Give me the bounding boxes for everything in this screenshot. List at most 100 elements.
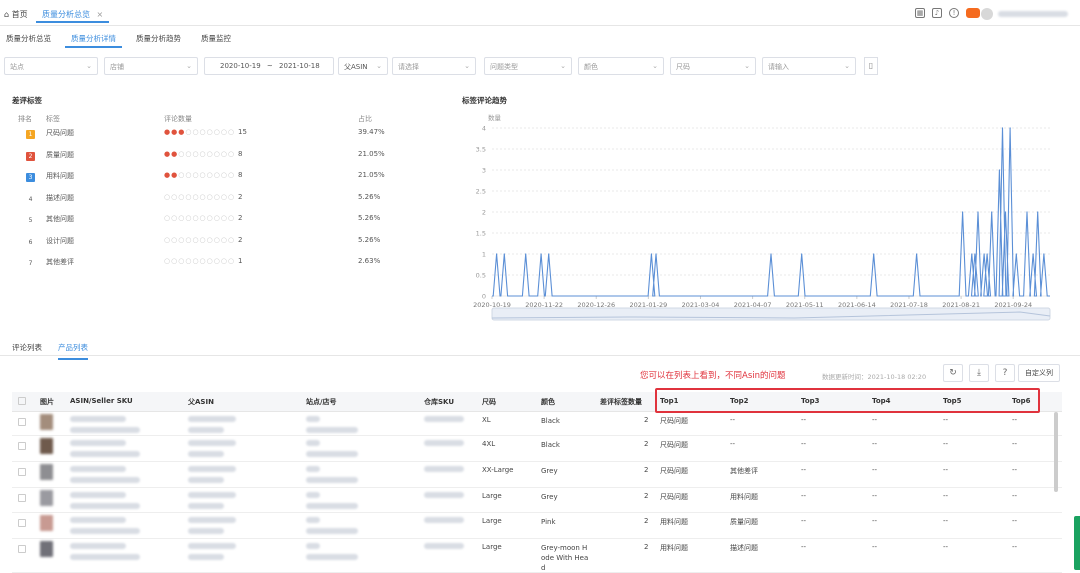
asin-type-select[interactable]: 父ASIN ⌄: [338, 57, 388, 75]
tag-label: 其他差评: [46, 258, 74, 266]
subtab-3[interactable]: 质量监控: [195, 30, 237, 48]
asin-redacted: [70, 517, 140, 536]
tag-percent: 21.05%: [358, 149, 385, 158]
date-range-picker[interactable]: 2020-10-19 ~ 2021-10-18: [204, 57, 334, 75]
col-count: 评论数量: [164, 115, 192, 123]
cell-color: Grey: [541, 493, 558, 501]
user-menu[interactable]: [981, 8, 1068, 20]
asin-value-select[interactable]: 请选择 ⌄: [392, 57, 476, 75]
calendar-icon[interactable]: ▦: [915, 8, 925, 18]
cell-top6: --: [1012, 440, 1018, 448]
cell-top4: --: [872, 543, 878, 551]
tag-row: 2 质量问题 ●●○○○○○○○○ 8 21.05%: [18, 146, 438, 168]
cell-top4: --: [872, 517, 878, 525]
size-select[interactable]: 尺码 ⌄: [670, 57, 756, 75]
tag-rank-badge: 4: [28, 195, 33, 203]
data-point: [1004, 211, 1007, 213]
info-icon[interactable]: !: [949, 8, 959, 18]
cell-top2: --: [730, 440, 736, 448]
data-point: [986, 253, 988, 255]
cell-top5: --: [943, 466, 949, 474]
cell-color: Grey-moon H ode With Hea d: [541, 544, 589, 572]
close-icon[interactable]: ×: [97, 10, 104, 19]
table-row[interactable]: XL Black 2 尺码问题 -- -- -- -- --: [12, 412, 1062, 436]
parent-asin-redacted: [188, 440, 236, 459]
home-tab[interactable]: ⌂ 首页: [4, 9, 28, 20]
tag-label: 其他问题: [46, 215, 74, 223]
cell-color: Black: [541, 441, 560, 449]
tab-review-list[interactable]: 评论列表: [12, 342, 42, 358]
product-thumbnail: [40, 464, 53, 480]
store-select[interactable]: 店铺 ⌄: [104, 57, 198, 75]
th-parent-asin: 父ASIN: [188, 398, 214, 406]
size-placeholder: 尺码: [676, 63, 690, 71]
app-badge-icon[interactable]: [966, 8, 980, 18]
clear-filters-button[interactable]: ▯: [864, 57, 878, 75]
tag-percent: 39.47%: [358, 128, 385, 136]
tags-header: 排名 标签 评论数量 占比: [18, 110, 438, 124]
select-all-checkbox[interactable]: [18, 397, 26, 405]
parent-asin-redacted: [188, 466, 236, 485]
column-settings-button[interactable]: 自定义列: [1018, 364, 1060, 382]
row-checkbox[interactable]: [18, 494, 26, 502]
cell-top1: 尺码问题: [660, 417, 688, 425]
tag-percent: 5.26%: [358, 192, 381, 201]
tag-rank-badge: 1: [26, 130, 35, 139]
keyword-input[interactable]: 请输入 ⌄: [762, 57, 856, 75]
site-redacted: [306, 492, 358, 511]
cell-top3: --: [801, 517, 807, 525]
cell-top5: --: [943, 543, 949, 551]
refresh-button[interactable]: ↻: [943, 364, 963, 382]
row-checkbox[interactable]: [18, 468, 26, 476]
trend-chart: 0 0.5 1 1.5 2 2.5 3 3.5 4 数量 2020-10-19 2020-11-22 2…: [460, 96, 1060, 326]
row-checkbox[interactable]: [18, 545, 26, 553]
cell-top3: --: [801, 543, 807, 551]
parent-asin-redacted: [188, 492, 236, 511]
cell-top1: 尺码问题: [660, 467, 688, 475]
table-row[interactable]: Large Pink 2 用料问题 质量问题 -- -- -- --: [12, 513, 1062, 539]
tag-count: 1: [238, 257, 243, 265]
tag-count: 2: [238, 214, 243, 222]
cell-top6: --: [1012, 466, 1018, 474]
tag-count: 15: [238, 128, 247, 136]
help-button[interactable]: ?: [995, 364, 1015, 382]
bell-icon[interactable]: ♪: [932, 8, 942, 18]
cell-top6: --: [1012, 543, 1018, 551]
cell-tag-count: 2: [644, 543, 649, 551]
cell-size: 4XL: [482, 440, 496, 448]
top-columns-highlight: [655, 388, 1040, 413]
subtab-1[interactable]: 质量分析详情: [65, 30, 122, 48]
cell-size: Large: [482, 543, 502, 551]
y-tick-label: 1: [482, 251, 486, 259]
cell-top6: --: [1012, 517, 1018, 525]
cell-top1: 尺码问题: [660, 493, 688, 501]
table-row[interactable]: Large Grey 2 尺码问题 用料问题 -- -- -- --: [12, 488, 1062, 513]
table-scrollbar[interactable]: [1054, 412, 1058, 492]
tags-table: 排名 标签 评论数量 占比 1 尺码问题 ●●●○○○○○○○ 15 39.47% 2 质量…: [18, 110, 438, 275]
tab-quality-overview[interactable]: 质量分析总览 ×: [36, 5, 110, 23]
site-select[interactable]: 站点 ⌄: [4, 57, 98, 75]
row-checkbox[interactable]: [18, 519, 26, 527]
data-point: [1026, 211, 1028, 213]
asin-redacted: [70, 466, 140, 485]
row-checkbox[interactable]: [18, 418, 26, 426]
cell-top5: --: [943, 416, 949, 424]
tab-product-list[interactable]: 产品列表: [58, 342, 88, 360]
cell-color: Black: [541, 417, 560, 425]
help-icon: ?: [1002, 368, 1008, 378]
table-row[interactable]: 4XL Black 2 尺码问题 -- -- -- -- --: [12, 436, 1062, 462]
side-float-tab[interactable]: [1074, 516, 1080, 570]
color-select[interactable]: 颜色 ⌄: [578, 57, 664, 75]
subtab-2[interactable]: 质量分析趋势: [130, 30, 187, 48]
asin-redacted: [70, 416, 140, 435]
data-point: [1001, 127, 1004, 129]
table-row[interactable]: Large Grey-moon H ode With Hea d 2 用料问题 描述问题…: [12, 539, 1062, 573]
row-checkbox[interactable]: [18, 442, 26, 450]
issue-type-select[interactable]: 问题类型 ⌄: [484, 57, 572, 75]
col-pct: 占比: [358, 115, 372, 123]
download-button[interactable]: ⤓: [969, 364, 989, 382]
data-point: [971, 253, 973, 255]
table-row[interactable]: XX-Large Grey 2 尺码问题 其他差评 -- -- -- --: [12, 462, 1062, 488]
subtab-0[interactable]: 质量分析总览: [0, 30, 57, 48]
cell-tag-count: 2: [644, 492, 649, 500]
